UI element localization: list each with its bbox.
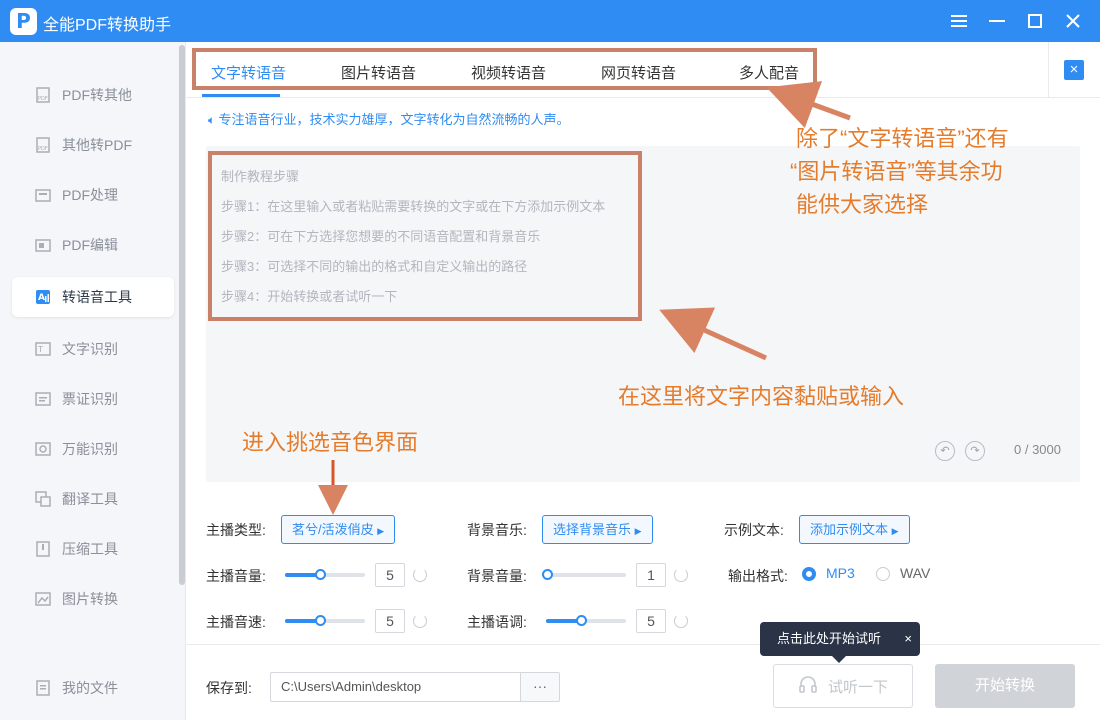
annotation-line: 能供大家选择: [796, 192, 929, 217]
annotation-input-note: 在这里将文字内容黏贴或输入: [618, 384, 905, 409]
annotation-line: “图片转语音”等其余功: [790, 159, 1003, 184]
arrow-to-tabs: [766, 81, 851, 129]
annotation-voice-note: 进入挑选音色界面: [242, 430, 419, 455]
annotation-arrows: [318, 81, 851, 515]
arrow-to-input: [659, 307, 768, 361]
annotation-line: 除了“文字转语音”还有: [796, 126, 1009, 151]
annotation-tabs-note: 除了“文字转语音”还有 “图片转语音”等其余功 能供大家选择: [790, 122, 1009, 221]
